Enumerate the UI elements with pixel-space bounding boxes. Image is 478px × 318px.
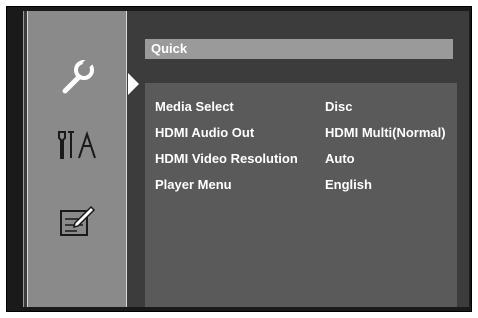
setting-row-player-menu[interactable]: Player Menu English	[155, 177, 455, 199]
edit-icon	[57, 203, 97, 244]
menu-header: Quick	[145, 39, 453, 59]
setting-label: Media Select	[155, 99, 234, 114]
setting-value: Auto	[325, 151, 355, 166]
wrench-icon	[57, 57, 97, 102]
setting-value: HDMI Multi(Normal)	[325, 125, 446, 140]
category-setup[interactable]	[28, 197, 126, 249]
setting-row-hdmi-audio-out[interactable]: HDMI Audio Out HDMI Multi(Normal)	[155, 125, 455, 147]
category-custom[interactable]	[28, 121, 126, 173]
category-quick[interactable]	[28, 53, 126, 105]
settings-panel: Media Select Disc HDMI Audio Out HDMI Mu…	[145, 83, 457, 307]
setting-label: Player Menu	[155, 177, 232, 192]
setting-value: English	[325, 177, 372, 192]
setting-row-hdmi-video-resolution[interactable]: HDMI Video Resolution Auto	[155, 151, 455, 173]
tools-icon	[55, 128, 99, 167]
selection-arrow-icon	[128, 73, 139, 95]
category-sidebar	[27, 11, 127, 307]
setting-value: Disc	[325, 99, 353, 114]
setting-label: HDMI Audio Out	[155, 125, 255, 140]
menu-frame: Quick Media Select Disc HDMI Audio Out H…	[6, 6, 472, 312]
setting-label: HDMI Video Resolution	[155, 151, 298, 166]
setting-row-media-select[interactable]: Media Select Disc	[155, 99, 455, 121]
